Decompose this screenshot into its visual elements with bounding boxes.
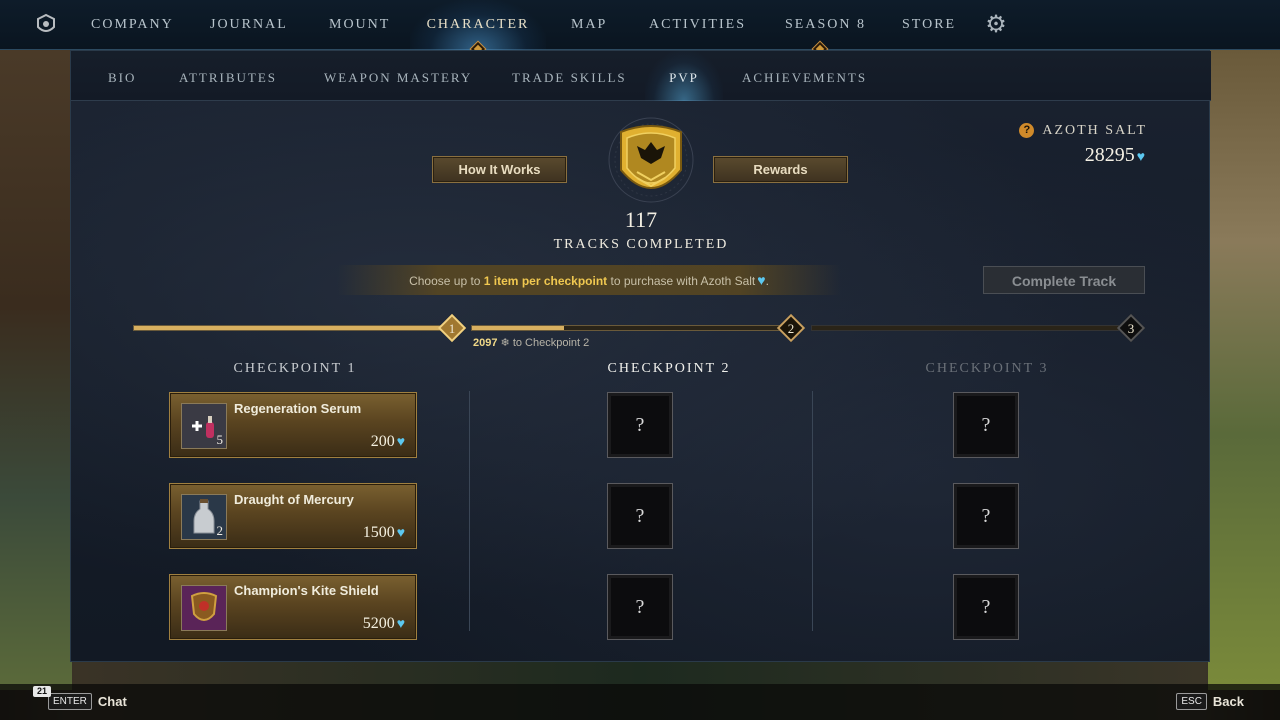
- tracks-completed-value: 117: [624, 207, 658, 232]
- item-name: Regeneration Serum: [234, 401, 362, 416]
- item-price-value: 5200: [362, 615, 395, 632]
- purchase-info-bar: Choose up to 1 item per checkpoint to pu…: [337, 265, 841, 295]
- tab-attributes[interactable]: ATTRIBUTES: [179, 51, 277, 101]
- locked-reward-slot[interactable]: ?: [607, 574, 673, 640]
- nav-map[interactable]: MAP: [571, 0, 607, 50]
- chat-label: Chat: [97, 694, 127, 710]
- checkpoint-node-3-label: 3: [1127, 321, 1135, 336]
- progress-remaining-text: 2097 ❄ to Checkpoint 2: [473, 336, 589, 349]
- reward-item-regeneration-serum[interactable]: 5 Regeneration Serum 200 ♥: [169, 392, 417, 458]
- pvp-rank-medal-icon: [607, 116, 695, 204]
- kite-shield-icon: [181, 585, 227, 631]
- chat-hotkey[interactable]: ENTER Chat: [48, 693, 127, 711]
- progress-remaining-value: 2097: [473, 337, 498, 349]
- azoth-salt-icon: ♥: [1136, 150, 1145, 165]
- tab-trade-skills[interactable]: TRADE SKILLS: [512, 51, 627, 101]
- company-crest-icon[interactable]: [33, 12, 59, 38]
- tab-weapon-mastery[interactable]: WEAPON MASTERY: [324, 51, 472, 101]
- checkpoint-1-title: CHECKPOINT 1: [233, 361, 357, 376]
- azoth-salt-icon: ♥: [757, 272, 766, 288]
- back-hotkey[interactable]: ESC Back: [1176, 693, 1244, 711]
- progress-fill-2: [472, 326, 565, 330]
- top-navigation: COMPANY JOURNAL MOUNT CHARACTER MAP ACTI…: [0, 0, 1280, 57]
- how-it-works-button[interactable]: How It Works: [432, 156, 567, 183]
- azoth-salt-balance: 28295 ♥: [1085, 144, 1145, 167]
- item-name: Champion's Kite Shield: [234, 583, 379, 598]
- potion-bottle-icon: 2: [181, 494, 227, 540]
- rewards-button[interactable]: Rewards: [713, 156, 848, 183]
- info-highlight: 1 item per checkpoint: [483, 274, 608, 288]
- tab-bio[interactable]: BIO: [108, 51, 136, 101]
- progress-segment-3: [811, 325, 1119, 331]
- nav-season[interactable]: SEASON 8: [785, 0, 866, 50]
- info-suffix: to purchase with Azoth Salt: [607, 274, 756, 288]
- progress-remaining-suffix: to Checkpoint 2: [509, 337, 590, 349]
- checkpoint-node-1-label: 1: [448, 321, 456, 336]
- azoth-salt-icon: ♥: [396, 617, 405, 632]
- locked-reward-slot[interactable]: ?: [953, 392, 1019, 458]
- checkpoint-node-2-label: 2: [787, 321, 795, 336]
- back-label: Back: [1212, 694, 1244, 710]
- progress-segment-1: [133, 325, 441, 331]
- nav-company[interactable]: COMPANY: [91, 0, 174, 50]
- locked-reward-slot[interactable]: ?: [607, 392, 673, 458]
- checkpoint-2-title: CHECKPOINT 2: [607, 361, 731, 376]
- nav-activities[interactable]: ACTIVITIES: [649, 0, 746, 50]
- item-price: 5200 ♥: [363, 615, 405, 633]
- character-panel: BIO ATTRIBUTES WEAPON MASTERY TRADE SKIL…: [70, 50, 1211, 662]
- enter-key: ENTER: [48, 693, 92, 711]
- gear-icon[interactable]: ⚙: [984, 13, 1008, 37]
- nav-store[interactable]: STORE: [902, 0, 956, 50]
- bottom-hotkey-bar: ENTER Chat ESC Back: [0, 684, 1280, 720]
- chat-unread-badge: 21: [33, 686, 51, 697]
- item-quantity: 2: [216, 523, 224, 538]
- item-price: 200 ♥: [371, 433, 405, 451]
- item-quantity: 5: [216, 432, 224, 447]
- column-divider: [469, 391, 470, 631]
- column-divider: [812, 391, 813, 631]
- azoth-salt-title: AZOTH SALT: [1042, 123, 1147, 138]
- locked-reward-slot[interactable]: ?: [607, 483, 673, 549]
- nav-mount[interactable]: MOUNT: [329, 0, 390, 50]
- locked-reward-slot[interactable]: ?: [953, 483, 1019, 549]
- progress-segment-2: [471, 325, 781, 331]
- reward-item-champions-kite-shield[interactable]: Champion's Kite Shield 5200 ♥: [169, 574, 417, 640]
- azoth-salt-icon: ♥: [396, 526, 405, 541]
- background-scene-right: [1208, 50, 1280, 690]
- regeneration-serum-icon: 5: [181, 403, 227, 449]
- azoth-salt-value: 28295: [1084, 144, 1135, 166]
- item-price: 1500 ♥: [363, 524, 405, 542]
- nav-journal[interactable]: JOURNAL: [210, 0, 288, 50]
- checkpoint-3-title: CHECKPOINT 3: [925, 361, 1049, 376]
- character-subnav: BIO ATTRIBUTES WEAPON MASTERY TRADE SKIL…: [71, 51, 1211, 101]
- item-price-value: 200: [370, 433, 395, 450]
- reward-item-draught-of-mercury[interactable]: 2 Draught of Mercury 1500 ♥: [169, 483, 417, 549]
- tab-achievements[interactable]: ACHIEVEMENTS: [742, 51, 867, 101]
- salt-small-icon: ❄: [500, 337, 510, 349]
- help-icon[interactable]: ?: [1019, 123, 1035, 138]
- progress-fill-1: [134, 326, 440, 330]
- tab-pvp[interactable]: PVP: [645, 51, 723, 101]
- info-prefix: Choose up to: [409, 274, 484, 288]
- azoth-salt-label: ? AZOTH SALT: [1019, 123, 1147, 139]
- complete-track-button[interactable]: Complete Track: [983, 266, 1145, 294]
- esc-key: ESC: [1176, 693, 1207, 711]
- item-price-value: 1500: [362, 524, 395, 541]
- tracks-completed-label: TRACKS COMPLETED: [553, 237, 729, 252]
- item-name: Draught of Mercury: [234, 492, 354, 507]
- background-scene-left: [0, 50, 72, 690]
- locked-reward-slot[interactable]: ?: [953, 574, 1019, 640]
- azoth-salt-icon: ♥: [396, 435, 405, 450]
